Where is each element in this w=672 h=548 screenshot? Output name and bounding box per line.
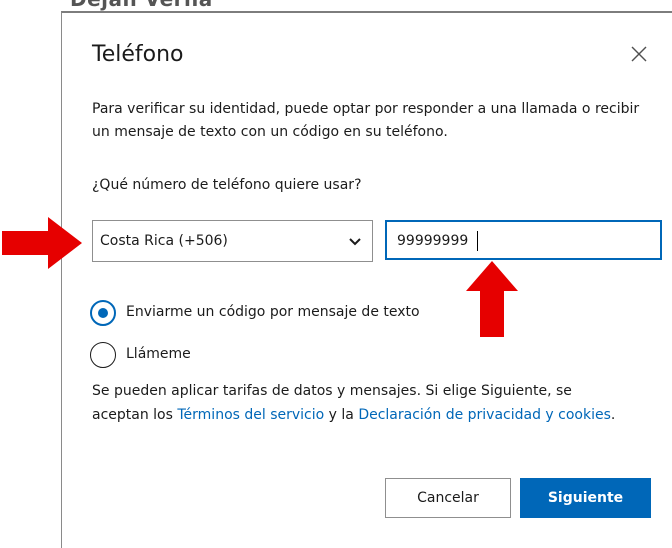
chevron-down-icon — [349, 238, 361, 246]
next-button[interactable]: Siguiente — [520, 478, 651, 518]
radio-sms-label: Enviarme un código por mensaje de texto — [126, 304, 420, 320]
country-code-select[interactable]: Costa Rica (+506) — [92, 220, 373, 262]
radio-call-label: Llámeme — [126, 346, 191, 362]
terms-text-after: . — [610, 407, 616, 423]
dialog-title: Teléfono — [92, 42, 184, 67]
radio-checked-icon — [90, 300, 116, 326]
phone-number-value: 99999999 — [397, 233, 469, 249]
terms-notice: Se pueden aplicar tarifas de datos y men… — [92, 379, 632, 427]
close-button[interactable] — [628, 43, 650, 65]
close-icon — [631, 46, 647, 62]
privacy-statement-link[interactable]: Declaración de privacidad y cookies — [358, 407, 611, 423]
phone-number-input[interactable]: 99999999 — [385, 220, 662, 260]
terms-text-middle: y la — [324, 407, 359, 423]
dialog-description: Para verificar su identidad, puede optar… — [92, 101, 640, 140]
cancel-button[interactable]: Cancelar — [385, 478, 511, 518]
red-arrow-icon — [2, 217, 82, 269]
background-partial-text: Dejan Verna — [70, 0, 213, 11]
terms-of-service-link[interactable]: Términos del servicio — [177, 407, 324, 423]
phone-dialog: Teléfono Para verificar su identidad, pu… — [61, 11, 672, 548]
phone-question-label: ¿Qué número de teléfono quiere usar? — [92, 177, 362, 193]
text-caret — [477, 231, 478, 251]
red-arrow-icon — [466, 261, 518, 337]
radio-unchecked-icon — [90, 342, 116, 368]
country-code-value: Costa Rica (+506) — [100, 233, 228, 249]
